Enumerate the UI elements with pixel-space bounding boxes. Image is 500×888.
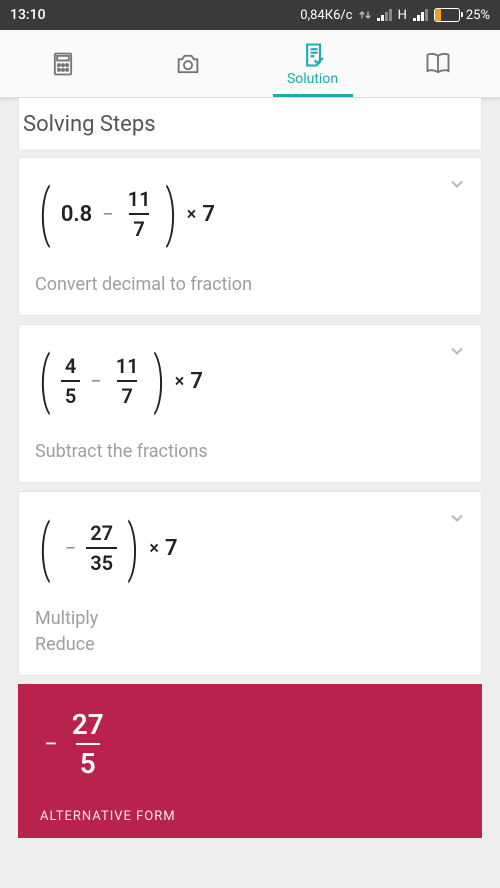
alternative-form-label: ALTERNATIVE FORM	[40, 809, 460, 824]
times-op: ×	[149, 538, 159, 559]
status-time: 13:10	[10, 7, 46, 23]
minus-op: −	[86, 369, 105, 393]
step-label: Subtract the fractions	[35, 439, 465, 464]
status-bar: 13:10 0,84К6/с H 25%	[0, 0, 500, 30]
tab-solution-label: Solution	[287, 71, 338, 87]
step-expression: ( 0.8 − 11 7 ) × 7	[35, 178, 465, 250]
fraction-b: 11 7	[112, 354, 143, 408]
paren-right: )	[128, 524, 139, 574]
paren-right: )	[165, 189, 176, 239]
tab-book[interactable]	[375, 30, 500, 97]
tab-bar: Solution	[0, 30, 500, 98]
times-op: ×	[187, 204, 197, 225]
step-card[interactable]: ( − 27 35 ) × 7 Multiply Reduce	[18, 491, 482, 675]
term-a: 0.8	[61, 202, 92, 227]
fraction-a: 27 35	[86, 521, 117, 575]
chevron-down-icon	[447, 341, 467, 365]
tab-calculator[interactable]	[0, 30, 125, 97]
minus-op: −	[98, 202, 117, 226]
solution-icon	[299, 41, 327, 69]
section-title: Solving Steps	[18, 98, 482, 149]
book-icon	[424, 50, 452, 78]
calculator-icon	[49, 50, 77, 78]
result-card: − 27 5 ALTERNATIVE FORM	[18, 684, 482, 838]
multiplier: 7	[165, 536, 178, 561]
step-expression: ( − 27 35 ) × 7	[35, 512, 465, 584]
chevron-down-icon	[447, 508, 467, 532]
network-type: H	[398, 8, 407, 23]
paren-right: )	[153, 356, 164, 406]
paren-left: (	[39, 189, 50, 239]
fraction-a: 4 5	[61, 354, 80, 408]
neg-sign: −	[61, 536, 80, 560]
signal-bars-2	[413, 9, 428, 21]
tab-camera[interactable]	[125, 30, 250, 97]
neg-sign: −	[40, 730, 62, 758]
camera-icon	[174, 50, 202, 78]
data-transfer-icon	[359, 9, 371, 21]
step-card[interactable]: ( 0.8 − 11 7 ) × 7 Convert decimal to fr…	[18, 157, 482, 316]
fraction-b: 11 7	[124, 187, 155, 241]
chevron-down-icon	[447, 174, 467, 198]
step-label: Convert decimal to fraction	[35, 272, 465, 297]
battery-icon	[434, 8, 460, 22]
content-area: Solving Steps ( 0.8 − 11 7 ) × 7 Convert…	[0, 98, 500, 838]
battery-pct: 25%	[466, 8, 490, 23]
result-fraction: 27 5	[68, 708, 108, 781]
result-expression: − 27 5	[40, 708, 460, 781]
step-label: Multiply Reduce	[35, 606, 465, 656]
paren-left: (	[39, 356, 50, 406]
times-op: ×	[175, 371, 185, 392]
tab-solution[interactable]: Solution	[250, 30, 375, 97]
multiplier: 7	[202, 202, 215, 227]
step-expression: ( 4 5 − 11 7 ) × 7	[35, 345, 465, 417]
signal-bars-1	[377, 9, 392, 21]
multiplier: 7	[190, 369, 203, 394]
status-right: 0,84К6/с H 25%	[300, 8, 490, 23]
paren-left: (	[39, 524, 50, 574]
status-data-rate: 0,84К6/с	[300, 8, 352, 23]
step-card[interactable]: ( 4 5 − 11 7 ) × 7 Subtract the fraction…	[18, 324, 482, 483]
